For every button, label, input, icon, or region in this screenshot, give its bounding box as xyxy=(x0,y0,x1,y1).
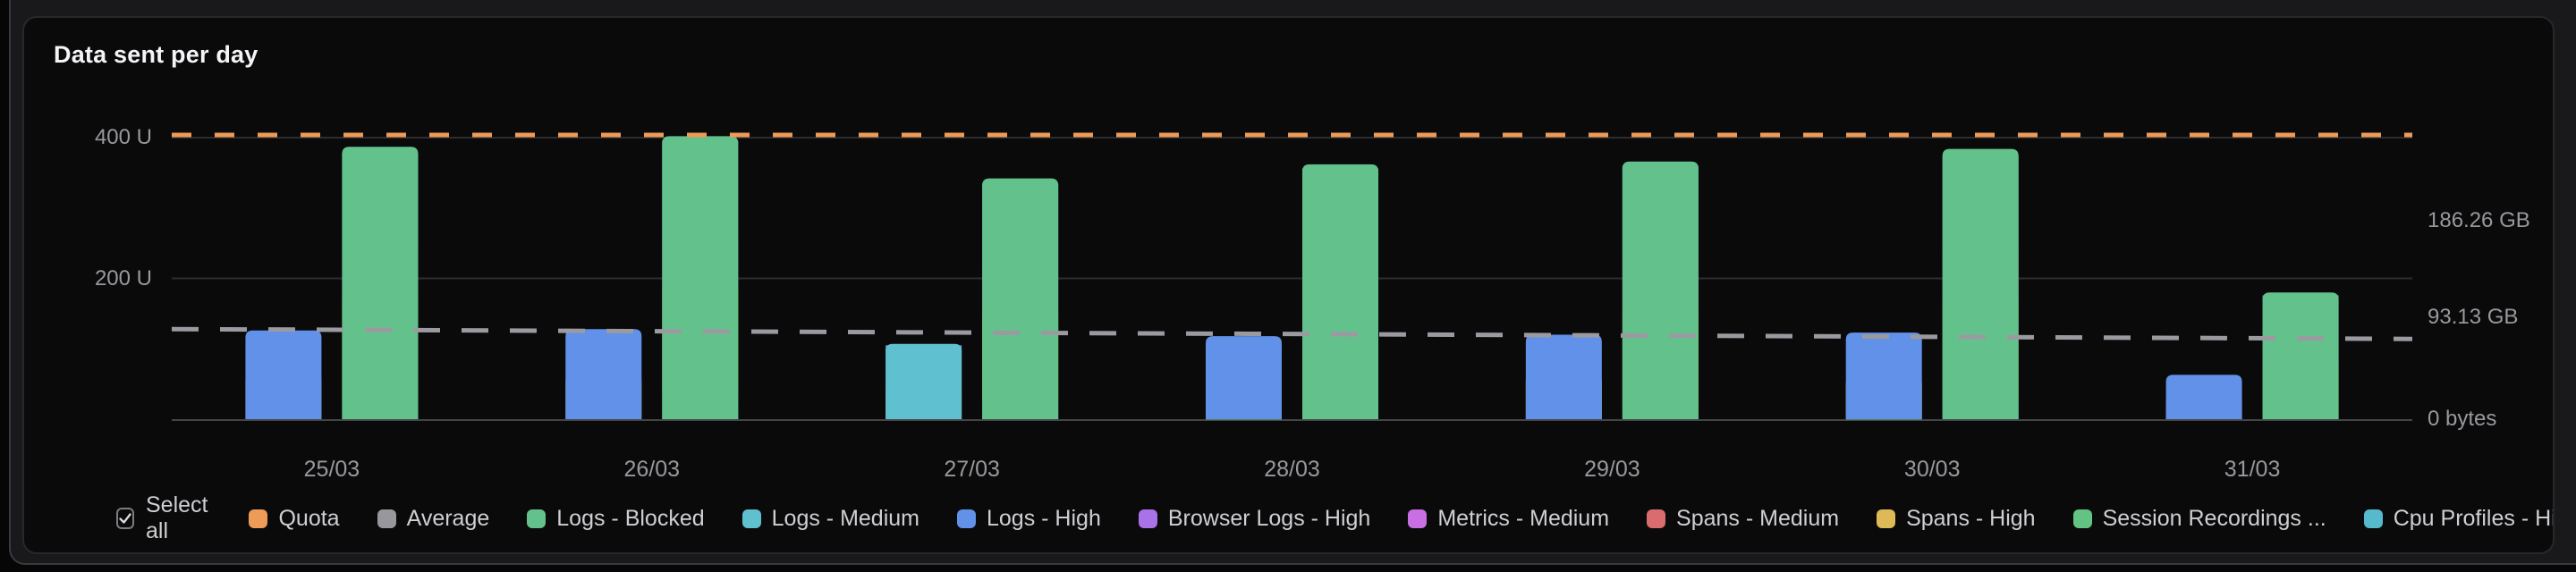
legend-swatch-spans_high xyxy=(1877,509,1895,528)
legend-swatch-cpu_profiles_high xyxy=(2364,509,2383,528)
bar-29/03-b[interactable] xyxy=(1623,162,1699,419)
segment-logs_blocked[interactable] xyxy=(2263,292,2339,419)
segment-logs_medium[interactable] xyxy=(886,344,962,419)
segment-logs_blocked[interactable] xyxy=(1943,149,2019,419)
legend-label: Session Recordings ... xyxy=(2103,506,2326,532)
legend-swatch-average xyxy=(377,509,396,528)
bar-26/03-b[interactable] xyxy=(662,136,738,419)
legend-select-all[interactable]: Select all xyxy=(116,492,211,544)
legend-label: Logs - Medium xyxy=(772,506,919,532)
x-axis-label: 26/03 xyxy=(580,455,724,484)
legend-item-average[interactable]: Average xyxy=(377,506,490,532)
bar-29/03-a[interactable] xyxy=(1526,335,1602,420)
segment-logs_high[interactable] xyxy=(1526,335,1602,420)
x-axis-label: 29/03 xyxy=(1540,455,1683,484)
x-axis-label: 31/03 xyxy=(2181,455,2324,484)
select-all-label: Select all xyxy=(146,492,211,544)
segment-logs_high[interactable] xyxy=(565,329,641,419)
segment-logs_high[interactable] xyxy=(1846,332,1922,419)
legend-label: Browser Logs - High xyxy=(1168,506,1370,532)
legend-item-cpu_profiles_high[interactable]: Cpu Profiles - High xyxy=(2364,506,2555,532)
legend-swatch-session_recordings xyxy=(2073,509,2092,528)
checkmark-icon xyxy=(118,511,132,526)
legend-swatch-logs_medium xyxy=(742,509,761,528)
x-axis-label: 25/03 xyxy=(260,455,403,484)
legend-label: Cpu Profiles - High xyxy=(2394,506,2555,532)
legend-swatch-spans_medium xyxy=(1647,509,1665,528)
bar-31/03-a[interactable] xyxy=(2166,374,2242,419)
average-line xyxy=(172,329,2412,339)
legend-label: Metrics - Medium xyxy=(1437,506,1609,532)
legend-label: Average xyxy=(407,506,490,532)
legend-item-quota[interactable]: Quota xyxy=(249,506,339,532)
left-tick: 200 U xyxy=(24,265,152,293)
segment-logs_high[interactable] xyxy=(245,331,321,419)
bar-31/03-b[interactable] xyxy=(2263,292,2339,419)
legend-label: Logs - Blocked xyxy=(556,506,704,532)
bar-27/03-b[interactable] xyxy=(982,179,1058,419)
legend-swatch-logs_blocked xyxy=(527,509,546,528)
legend-label: Quota xyxy=(278,506,339,532)
legend-item-spans_high[interactable]: Spans - High xyxy=(1877,506,2036,532)
legend-item-metrics_medium[interactable]: Metrics - Medium xyxy=(1408,506,1609,532)
right-tick: 186.26 GB xyxy=(2428,206,2530,235)
legend-item-browser_logs_high[interactable]: Browser Logs - High xyxy=(1139,506,1370,532)
legend-item-logs_medium[interactable]: Logs - Medium xyxy=(742,506,919,532)
legend-label: Spans - Medium xyxy=(1676,506,1839,532)
page: Data sent per day 400 U200 U 186.26 GB93… xyxy=(0,0,2576,572)
segment-logs_blocked[interactable] xyxy=(342,147,418,419)
legend-label: Spans - High xyxy=(1906,506,2036,532)
left-tick: 400 U xyxy=(24,123,152,152)
bar-30/03-a[interactable] xyxy=(1846,332,1922,419)
segment-logs_high[interactable] xyxy=(1206,336,1282,419)
x-axis-label: 28/03 xyxy=(1221,455,1364,484)
right-tick: 93.13 GB xyxy=(2428,303,2518,332)
right-tick: 0 bytes xyxy=(2428,405,2496,433)
legend-item-spans_medium[interactable]: Spans - Medium xyxy=(1647,506,1839,532)
bar-28/03-b[interactable] xyxy=(1302,164,1378,419)
segment-logs_blocked[interactable] xyxy=(1302,164,1378,419)
legend-item-session_recordings[interactable]: Session Recordings ... xyxy=(2073,506,2326,532)
bar-28/03-a[interactable] xyxy=(1206,336,1282,419)
bar-25/03-b[interactable] xyxy=(342,147,418,419)
legend-label: Logs - High xyxy=(987,506,1101,532)
x-axis-label: 30/03 xyxy=(1860,455,2004,484)
bar-25/03-a[interactable] xyxy=(245,331,321,419)
bar-30/03-b[interactable] xyxy=(1943,149,2019,419)
legend-item-logs_high[interactable]: Logs - High xyxy=(957,506,1101,532)
legend-item-logs_blocked[interactable]: Logs - Blocked xyxy=(527,506,704,532)
bar-27/03-a[interactable] xyxy=(886,344,962,419)
legend-swatch-quota xyxy=(249,509,267,528)
usage-chart-card: Data sent per day 400 U200 U 186.26 GB93… xyxy=(22,16,2555,554)
segment-logs_blocked[interactable] xyxy=(982,179,1058,419)
legend: Select all QuotaAverageLogs - BlockedLog… xyxy=(116,506,2555,531)
segment-logs_blocked[interactable] xyxy=(1623,162,1699,419)
legend-swatch-browser_logs_high xyxy=(1139,509,1157,528)
segment-logs_high[interactable] xyxy=(2166,374,2242,419)
x-axis-label: 27/03 xyxy=(901,455,1044,484)
legend-swatch-metrics_medium xyxy=(1408,509,1427,528)
legend-swatch-logs_high xyxy=(957,509,976,528)
select-all-checkbox[interactable] xyxy=(116,508,134,529)
bar-26/03-a[interactable] xyxy=(565,329,641,419)
segment-logs_blocked[interactable] xyxy=(662,136,738,419)
